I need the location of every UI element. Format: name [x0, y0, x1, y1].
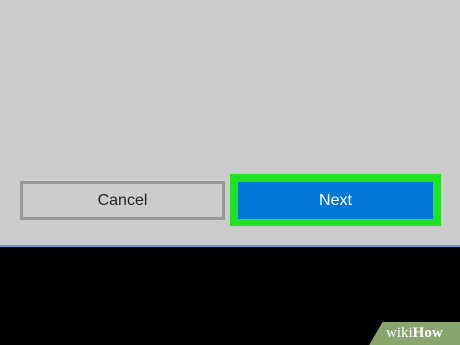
watermark-brand-light: wiki	[386, 325, 413, 341]
wikihow-watermark: wikiHow	[386, 325, 443, 342]
next-button[interactable]: Next	[238, 182, 433, 219]
screen: Cancel Next wikiHow	[0, 0, 460, 345]
cancel-button[interactable]: Cancel	[20, 181, 225, 220]
watermark-brand-bold: How	[412, 325, 443, 341]
